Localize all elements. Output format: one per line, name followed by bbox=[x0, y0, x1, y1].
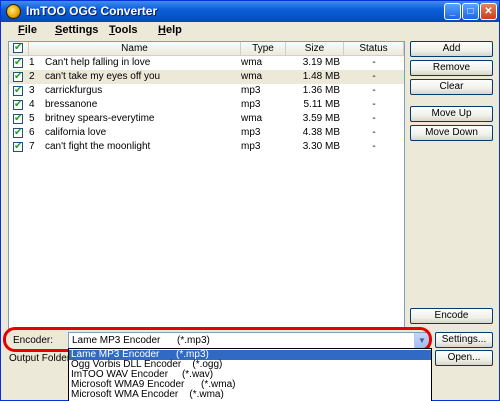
title-bar[interactable]: ImTOO OGG Converter _ □ ✕ bbox=[1, 1, 499, 22]
table-row[interactable]: 3 carrickfurgus mp3 1.36 MB - bbox=[9, 84, 404, 98]
table-row[interactable]: 7 can't fight the moonlight mp3 3.30 MB … bbox=[9, 140, 404, 154]
row-number: 6 bbox=[29, 127, 35, 138]
menu-file-label: ile bbox=[24, 24, 37, 36]
menu-help[interactable]: Help bbox=[158, 22, 182, 38]
row-name: can't fight the moonlight bbox=[45, 141, 151, 152]
row-status: - bbox=[372, 127, 376, 138]
row-checkbox[interactable] bbox=[13, 56, 23, 70]
add-button[interactable]: Add bbox=[410, 41, 493, 57]
row-type: mp3 bbox=[241, 127, 261, 138]
menu-bar: File Settings Tools Help bbox=[1, 22, 499, 38]
table-row[interactable]: 2 can't take my eyes off you wma 1.48 MB… bbox=[9, 70, 404, 84]
row-name: Can't help falling in love bbox=[45, 57, 151, 68]
row-type: mp3 bbox=[241, 85, 261, 96]
maximize-button[interactable]: □ bbox=[462, 3, 479, 20]
row-checkbox[interactable] bbox=[13, 98, 23, 112]
move-down-button[interactable]: Move Down bbox=[410, 125, 493, 141]
table-row[interactable]: 6 california love mp3 4.38 MB - bbox=[9, 126, 404, 140]
table-row[interactable]: 4 bressanone mp3 5.11 MB - bbox=[9, 98, 404, 112]
row-status: - bbox=[372, 85, 376, 96]
row-name: can't take my eyes off you bbox=[45, 71, 161, 82]
remove-button[interactable]: Remove bbox=[410, 60, 493, 76]
output-folder-label: Output Folder: bbox=[9, 353, 73, 364]
row-size: 4.38 MB bbox=[302, 127, 340, 138]
row-checkbox[interactable] bbox=[13, 112, 23, 126]
menu-tools-label: ools bbox=[114, 24, 138, 36]
row-status: - bbox=[372, 57, 376, 68]
row-name: carrickfurgus bbox=[45, 85, 103, 96]
menu-help-mnemonic: H bbox=[158, 24, 166, 36]
header-name[interactable]: Name bbox=[29, 42, 241, 56]
encode-button[interactable]: Encode bbox=[410, 308, 493, 324]
row-checkbox[interactable] bbox=[13, 126, 23, 140]
row-number: 2 bbox=[29, 71, 35, 82]
menu-settings[interactable]: Settings bbox=[55, 22, 98, 38]
row-checkbox[interactable] bbox=[13, 70, 23, 84]
file-list[interactable]: Name Type Size Status 1 Can't help falli… bbox=[8, 41, 405, 329]
header-type[interactable]: Type bbox=[241, 42, 286, 56]
row-size: 3.59 MB bbox=[302, 113, 340, 124]
row-type: wma bbox=[241, 113, 263, 124]
table-row[interactable]: 1 Can't help falling in love wma 3.19 MB… bbox=[9, 56, 404, 70]
row-size: 5.11 MB bbox=[303, 99, 341, 110]
row-size: 3.30 MB bbox=[302, 141, 340, 152]
menu-help-label: elp bbox=[165, 24, 182, 36]
row-checkbox[interactable] bbox=[13, 140, 23, 154]
menu-file-mnemonic: F bbox=[18, 24, 25, 36]
window-title: ImTOO OGG Converter bbox=[26, 4, 158, 18]
row-type: wma bbox=[241, 57, 263, 68]
row-number: 4 bbox=[29, 99, 35, 110]
row-status: - bbox=[372, 99, 376, 110]
app-logo-icon bbox=[6, 4, 21, 19]
table-row[interactable]: 5 britney spears-everytime wma 3.59 MB - bbox=[9, 112, 404, 126]
row-type: mp3 bbox=[241, 141, 261, 152]
row-status: - bbox=[372, 141, 376, 152]
row-size: 3.19 MB bbox=[302, 57, 340, 68]
row-number: 3 bbox=[29, 85, 35, 96]
row-checkbox[interactable] bbox=[13, 84, 23, 98]
header-status[interactable]: Status bbox=[344, 42, 404, 56]
close-button[interactable]: ✕ bbox=[480, 3, 497, 20]
app-window: ImTOO OGG Converter _ □ ✕ File Settings … bbox=[0, 0, 500, 401]
settings-button[interactable]: Settings... bbox=[435, 332, 493, 348]
row-number: 7 bbox=[29, 141, 35, 152]
row-name: california love bbox=[45, 127, 107, 138]
row-size: 1.48 MB bbox=[302, 71, 340, 82]
menu-settings-label: ettings bbox=[62, 24, 99, 36]
row-status: - bbox=[372, 113, 376, 124]
encoder-option-wma[interactable]: Microsoft WMA Encoder (*.wma) bbox=[69, 390, 431, 400]
row-type: mp3 bbox=[241, 99, 261, 110]
menu-file[interactable]: File bbox=[18, 22, 37, 38]
check-all-checkbox[interactable] bbox=[13, 42, 23, 54]
header-size[interactable]: Size bbox=[286, 42, 344, 56]
row-type: wma bbox=[241, 71, 263, 82]
header-check-all[interactable] bbox=[9, 42, 29, 56]
menu-tools[interactable]: Tools bbox=[109, 22, 138, 38]
row-name: bressanone bbox=[45, 99, 98, 110]
encoder-dropdown-list[interactable]: Lame MP3 Encoder (*.mp3) Ogg Vorbis DLL … bbox=[68, 348, 432, 401]
row-number: 5 bbox=[29, 113, 35, 124]
row-name: britney spears-everytime bbox=[45, 113, 155, 124]
move-up-button[interactable]: Move Up bbox=[410, 106, 493, 122]
list-header: Name Type Size Status bbox=[9, 42, 404, 56]
row-status: - bbox=[372, 71, 376, 82]
row-number: 1 bbox=[29, 57, 35, 68]
row-size: 1.36 MB bbox=[302, 85, 340, 96]
clear-button[interactable]: Clear bbox=[410, 79, 493, 95]
open-button[interactable]: Open... bbox=[435, 350, 493, 366]
minimize-button[interactable]: _ bbox=[444, 3, 461, 20]
